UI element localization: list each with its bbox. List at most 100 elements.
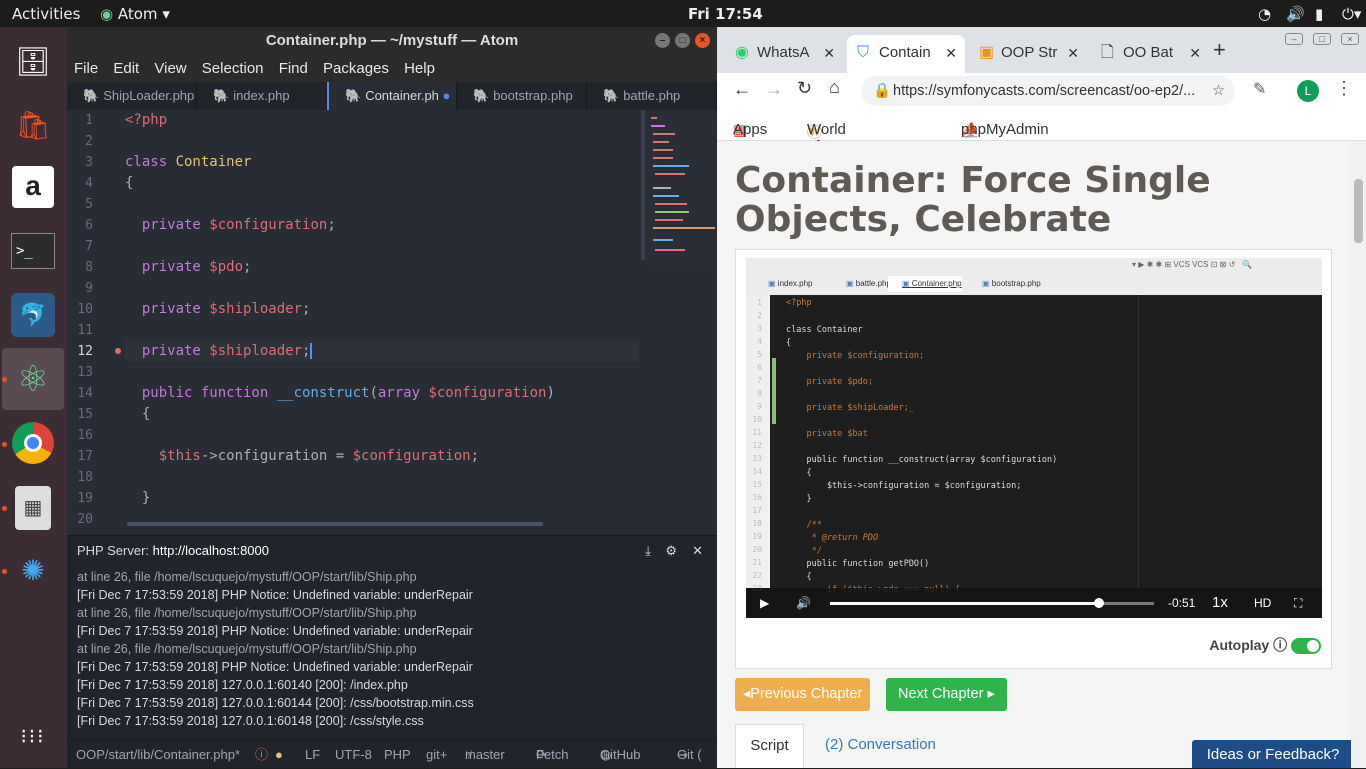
eyedropper-icon[interactable]: ✎ — [1253, 79, 1266, 99]
new-tab-button[interactable]: + — [1213, 37, 1226, 63]
close-tab-icon[interactable]: ✕ — [945, 35, 957, 71]
url-bar[interactable]: 🔒 https://symfonycasts.com/screencast/oo-… — [861, 76, 1235, 106]
close-tab-icon[interactable]: ✕ — [823, 35, 835, 71]
next-chapter-button[interactable]: Next Chapter ▸ — [886, 678, 1007, 711]
page-scrollbar[interactable] — [1351, 141, 1366, 768]
tab-oo-battle[interactable]: 🗋 OO Bat ✕ — [1091, 35, 1209, 73]
close-tab-icon[interactable]: ✕ — [1189, 35, 1201, 71]
horizontal-scrollbar[interactable] — [127, 522, 543, 526]
line-number: 16 — [77, 428, 93, 443]
menu-dots-icon[interactable]: ⋮ — [1335, 78, 1353, 99]
autoplay-toggle[interactable]: Autoplay ⓘ — [1209, 635, 1321, 655]
code-editor[interactable]: 1 2 3 4 5 6 7 8 9 10 11 12 13 14 15 16 1… — [67, 110, 717, 527]
feedback-button[interactable]: Ideas or Feedback? — [1192, 740, 1354, 768]
video-code-line: { — [786, 338, 792, 348]
tab-whatsapp[interactable]: ◉ WhatsA ✕ — [725, 35, 843, 73]
log-line: [Fri Dec 7 17:53:59 2018] 127.0.0.1:6014… — [77, 696, 474, 710]
whatsapp-icon: ◉ — [735, 44, 749, 61]
previous-chapter-button[interactable]: ◂Previous Chapter — [735, 678, 871, 711]
terminal-icon[interactable]: >_ — [8, 225, 58, 277]
software-icon[interactable]: 🛍 — [8, 99, 58, 151]
grammar[interactable]: PHP — [384, 741, 411, 769]
line-number: 7 — [85, 239, 93, 254]
tab-container[interactable]: 🐘 Container.ph ● — [327, 82, 457, 110]
forward-icon[interactable]: → — [765, 79, 783, 100]
tab-battle[interactable]: 🐘 battle.php — [587, 82, 717, 110]
clock[interactable]: Fri 17:54 — [688, 5, 763, 23]
minimize-button[interactable]: – — [655, 33, 670, 48]
tab-conversation[interactable]: (2) Conversation — [825, 736, 936, 753]
line-ending[interactable]: LF — [305, 741, 320, 769]
tab-index[interactable]: 🐘 index.php — [197, 82, 327, 110]
maximize-button[interactable]: □ — [1313, 33, 1331, 45]
volume-icon[interactable]: 🔊 — [1286, 5, 1305, 23]
video-code-line: $this->configuration = $configuration; — [786, 481, 1022, 491]
chrome-icon[interactable] — [8, 417, 58, 469]
menu-edit[interactable]: Edit — [113, 60, 139, 77]
git-plus[interactable]: git+ — [426, 741, 447, 769]
close-button[interactable]: × — [695, 33, 710, 48]
autoplay-switch[interactable] — [1291, 638, 1321, 655]
app-icon[interactable]: ✺ — [8, 544, 58, 596]
menu-file[interactable]: File — [74, 60, 98, 77]
hd-button[interactable]: HD — [1254, 596, 1271, 610]
battery-icon[interactable]: ▮ — [1315, 5, 1323, 23]
profile-avatar[interactable]: L — [1297, 80, 1319, 102]
home-icon[interactable]: ⌂ — [829, 77, 840, 98]
php-server-header: PHP Server: http://localhost:8000 ⤓ ⚙ ✕ — [67, 536, 717, 566]
fullscreen-icon[interactable]: ⛶ — [1294, 596, 1302, 611]
speed-button[interactable]: 1x — [1212, 594, 1228, 611]
progress-track[interactable] — [830, 598, 1154, 608]
file-path[interactable]: OOP/start/lib/Container.php* — [76, 741, 240, 769]
close-panel-icon[interactable]: ✕ — [692, 536, 703, 566]
volume-icon[interactable]: 🔊 — [796, 596, 811, 610]
video-code-line: public function __construct(array $confi… — [786, 455, 1058, 465]
tab-shiploader[interactable]: 🐘 ShipLoader.php — [67, 82, 197, 110]
warning-dot[interactable]: ● — [275, 741, 283, 769]
video-line-number: 21 — [752, 558, 762, 567]
page-title: Container: Force Single Objects, Celebra… — [735, 160, 1211, 240]
menu-packages[interactable]: Packages — [323, 60, 389, 77]
show-apps-icon[interactable]: ⁝⁝⁝ — [8, 710, 58, 762]
tab-container[interactable]: ⛉ Contain ✕ — [847, 35, 965, 73]
minimap[interactable] — [647, 115, 715, 265]
tab-oop[interactable]: ▣ OOP Str ✕ — [969, 35, 1087, 73]
error-icon[interactable]: ⓘ — [255, 741, 268, 769]
encoding[interactable]: UTF-8 — [335, 741, 372, 769]
close-button[interactable]: × — [1341, 33, 1359, 45]
video-line-number: 6 — [757, 363, 762, 372]
video-margin — [1138, 295, 1139, 588]
wifi-icon[interactable]: ◔ — [1258, 5, 1271, 23]
activities-button[interactable]: Activities — [12, 5, 80, 23]
video-player[interactable]: ▾ ▶ ✱ ✱ ⊞ VCS VCS ⊡ ⊠ ↺ 🔍 ▣ index.php ▣ … — [746, 258, 1322, 618]
download-icon[interactable]: ⤓ — [645, 536, 651, 566]
amazon-icon[interactable]: a — [8, 161, 58, 213]
menu-find[interactable]: Find — [279, 60, 308, 77]
back-icon[interactable]: ← — [733, 79, 751, 100]
files-icon[interactable]: 🗄 — [8, 35, 58, 87]
progress-handle[interactable] — [1093, 598, 1104, 608]
scroll-thumb[interactable] — [1354, 179, 1363, 243]
calculator-icon[interactable]: ▦ — [8, 482, 58, 534]
vertical-scrollbar[interactable] — [641, 110, 645, 260]
minimize-button[interactable]: – — [1285, 33, 1303, 45]
reload-icon[interactable]: ↻ — [797, 78, 812, 99]
video-line-number: 13 — [752, 454, 762, 463]
server-url[interactable]: http://localhost:8000 — [153, 543, 269, 558]
maximize-button[interactable]: □ — [675, 33, 690, 48]
mysql-workbench-icon[interactable]: 🐬 — [8, 289, 58, 341]
bookmark-star-icon[interactable]: ☆ — [1212, 76, 1225, 106]
power-icon[interactable]: ⏻▾ — [1342, 5, 1361, 23]
atom-icon[interactable]: ⚛ — [2, 348, 64, 410]
play-icon[interactable]: ▶ — [760, 596, 769, 610]
line-number: 14 — [77, 386, 93, 401]
app-menu[interactable]: ◉ Atom ▾ — [100, 5, 170, 23]
menu-selection[interactable]: Selection — [202, 60, 264, 77]
settings-icon[interactable]: ⚙ — [665, 536, 677, 566]
tab-bootstrap[interactable]: 🐘 bootstrap.php — [457, 82, 587, 110]
tab-script[interactable]: Script — [735, 724, 804, 768]
menu-view[interactable]: View — [154, 60, 186, 77]
close-tab-icon[interactable]: ✕ — [1067, 35, 1079, 71]
menu-help[interactable]: Help — [404, 60, 435, 77]
log-line: [Fri Dec 7 17:53:59 2018] PHP Notice: Un… — [77, 624, 473, 638]
